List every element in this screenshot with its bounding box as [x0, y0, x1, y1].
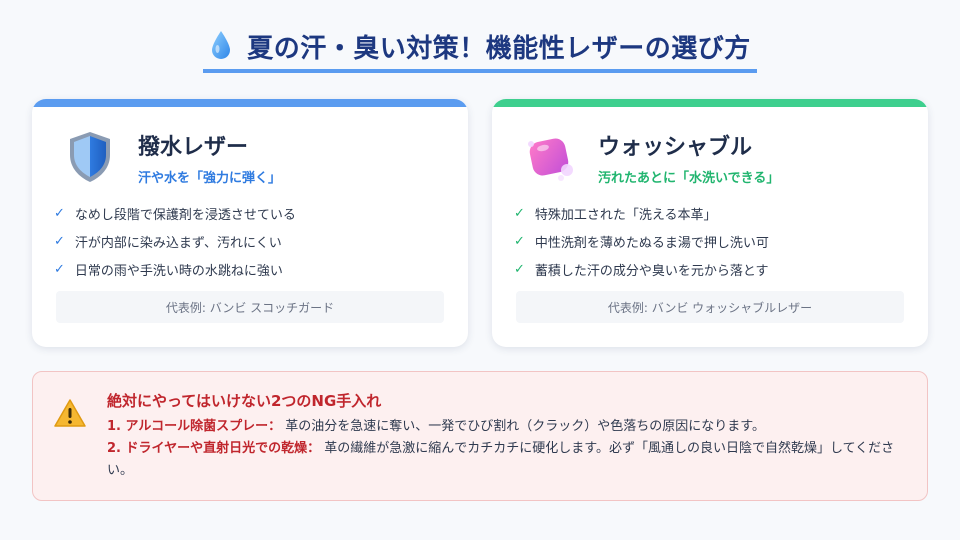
- feature-list: ✓ 特殊加工された「洗える本革」 ✓ 中性洗剤を薄めたぬるま湯で押し洗い可 ✓ 蓄積し…: [514, 199, 769, 283]
- list-item: ✓ なめし段階で保護剤を浸透させている: [54, 199, 296, 227]
- example-box: 代表例: バンビ スコッチガード: [56, 291, 444, 323]
- card-accent-band: [492, 99, 928, 107]
- card-subtitle: 汚れたあとに「水洗いできる」: [598, 170, 780, 186]
- warning-item-text: 革の油分を急速に奪い、一発でひび割れ（クラック）や色落ちの原因になります。: [285, 419, 765, 434]
- warning-item-label: 1. アルコール除菌スプレー：: [107, 419, 282, 434]
- page-title: 夏の汗・臭い対策！機能性レザーの選び方: [247, 34, 751, 64]
- page-title-block: 夏の汗・臭い対策！機能性レザーの選び方: [203, 28, 757, 73]
- list-item: ✓ 蓄積した汗の成分や臭いを元から落とす: [514, 255, 769, 283]
- check-icon: ✓: [54, 205, 65, 221]
- header: 夏の汗・臭い対策！機能性レザーの選び方: [0, 28, 960, 73]
- feature-text: 汗が内部に染み込まず、汚れにくい: [74, 235, 282, 251]
- soap-bubbles-icon: [520, 127, 580, 187]
- feature-text: 特殊加工された「洗える本革」: [534, 207, 717, 223]
- list-item: ✓ 汗が内部に染み込まず、汚れにくい: [54, 227, 296, 255]
- warning-title: 絶対にやってはいけない2つのNG手入れ: [107, 392, 382, 410]
- feature-text: 日常の雨や手洗い時の水跳ねに強い: [74, 263, 283, 279]
- feature-text: なめし段階で保護剤を浸透させている: [74, 207, 296, 223]
- card-title: 撥水レザー: [138, 134, 249, 160]
- check-icon: ✓: [514, 261, 525, 277]
- example-box: 代表例: バンビ ウォッシャブルレザー: [516, 291, 904, 323]
- warning-item: 1. アルコール除菌スプレー： 革の油分を急速に奪い、一発でひび割れ（クラック）…: [107, 416, 917, 438]
- feature-list: ✓ なめし段階で保護剤を浸透させている ✓ 汗が内部に染み込まず、汚れにくい ✓ 日常…: [54, 199, 296, 283]
- check-icon: ✓: [54, 233, 65, 249]
- card-washable: ウォッシャブル 汚れたあとに「水洗いできる」 ✓ 特殊加工された「洗える本革」 ✓…: [492, 99, 928, 347]
- list-item: ✓ 日常の雨や手洗い時の水跳ねに強い: [54, 255, 296, 283]
- feature-text: 蓄積した汗の成分や臭いを元から落とす: [534, 263, 769, 279]
- warning-body: 1. アルコール除菌スプレー： 革の油分を急速に奪い、一発でひび割れ（クラック）…: [107, 416, 917, 482]
- water-drop-icon: [209, 29, 233, 65]
- card-accent-band: [32, 99, 468, 107]
- list-item: ✓ 中性洗剤を薄めたぬるま湯で押し洗い可: [514, 227, 769, 255]
- card-title: ウォッシャブル: [598, 134, 753, 160]
- card-header: 撥水レザー 汗や水を「強力に弾く」: [60, 127, 281, 187]
- feature-text: 中性洗剤を薄めたぬるま湯で押し洗い可: [534, 235, 769, 251]
- warning-item: 2. ドライヤーや直射日光での乾燥： 革の繊維が急激に縮んでカチカチに硬化します…: [107, 438, 917, 482]
- check-icon: ✓: [54, 261, 65, 277]
- card-header: ウォッシャブル 汚れたあとに「水洗いできる」: [520, 127, 779, 187]
- card-water-repellent: 撥水レザー 汗や水を「強力に弾く」 ✓ なめし段階で保護剤を浸透させている ✓ 汗が…: [32, 99, 468, 347]
- warning-item-label: 2. ドライヤーや直射日光での乾燥：: [107, 441, 321, 456]
- check-icon: ✓: [514, 233, 525, 249]
- card-subtitle: 汗や水を「強力に弾く」: [138, 170, 282, 186]
- shield-icon: [60, 127, 120, 187]
- list-item: ✓ 特殊加工された「洗える本革」: [514, 199, 769, 227]
- check-icon: ✓: [514, 205, 525, 221]
- warning-box: 絶対にやってはいけない2つのNG手入れ 1. アルコール除菌スプレー： 革の油分…: [32, 371, 928, 501]
- warning-icon: [53, 398, 87, 428]
